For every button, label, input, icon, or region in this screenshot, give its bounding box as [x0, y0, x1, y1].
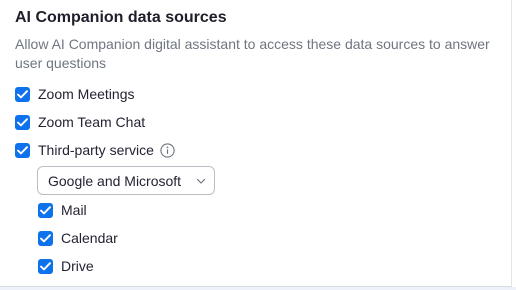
- info-icon[interactable]: [160, 142, 175, 158]
- section-description: Allow AI Companion digital assistant to …: [15, 36, 490, 71]
- zoom-meetings-label: Zoom Meetings: [38, 86, 135, 102]
- section-title: AI Companion data sources: [15, 9, 227, 26]
- third-party-service-checkbox[interactable]: [15, 142, 30, 158]
- checkmark-icon: [17, 117, 28, 126]
- ai-companion-data-sources-panel: AI Companion data sources Allow AI Compa…: [0, 0, 512, 287]
- third-party-service-label: Third-party service: [38, 142, 154, 158]
- checkbox-row-drive[interactable]: Drive: [38, 257, 94, 275]
- mail-label: Mail: [61, 202, 87, 218]
- drive-checkbox[interactable]: [38, 258, 53, 274]
- chevron-down-icon: [196, 176, 206, 186]
- checkmark-icon: [17, 89, 28, 98]
- checkbox-row-mail[interactable]: Mail: [38, 201, 87, 219]
- zoom-team-chat-label: Zoom Team Chat: [38, 114, 146, 130]
- checkbox-row-third-party-service[interactable]: Third-party service: [15, 141, 175, 159]
- checkbox-row-zoom-meetings[interactable]: Zoom Meetings: [15, 85, 134, 103]
- mail-checkbox[interactable]: [38, 202, 53, 218]
- calendar-checkbox[interactable]: [38, 230, 53, 246]
- checkmark-icon: [40, 233, 51, 242]
- third-party-provider-dropdown[interactable]: Google and Microsoft: [37, 166, 215, 195]
- drive-label: Drive: [61, 258, 94, 274]
- zoom-meetings-checkbox[interactable]: [15, 86, 30, 102]
- checkmark-icon: [40, 205, 51, 214]
- checkbox-row-calendar[interactable]: Calendar: [38, 229, 118, 247]
- calendar-label: Calendar: [61, 230, 118, 246]
- zoom-team-chat-checkbox[interactable]: [15, 114, 30, 130]
- checkmark-icon: [40, 261, 51, 270]
- provider-selected-value: Google and Microsoft: [48, 172, 182, 189]
- checkbox-row-zoom-team-chat[interactable]: Zoom Team Chat: [15, 113, 145, 131]
- checkmark-icon: [17, 145, 28, 154]
